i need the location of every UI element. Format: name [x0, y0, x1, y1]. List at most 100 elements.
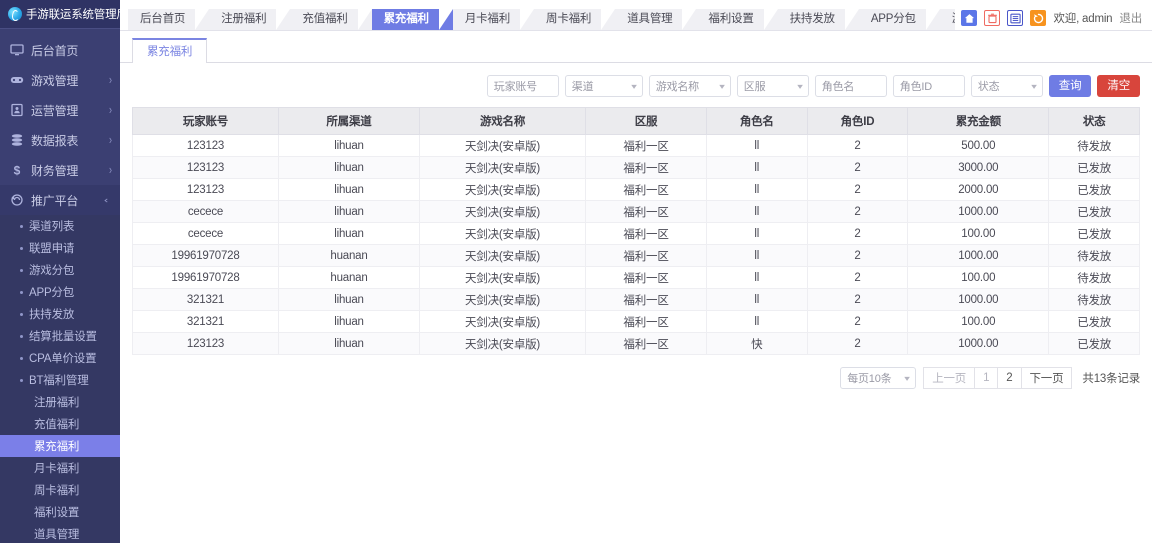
sidebar-subitem-settlement-batch[interactable]: 结算批量设置 [0, 325, 120, 347]
sidebar-subitem-cpa-price[interactable]: CPA单价设置 [0, 347, 120, 369]
trash-icon[interactable] [984, 10, 1001, 26]
page-button-2[interactable]: 2 [997, 367, 1022, 389]
tab-recharge-welfare[interactable]: 充值福利 [290, 9, 372, 30]
chevron-right-icon: › [109, 72, 112, 87]
refresh-icon[interactable] [1030, 10, 1047, 26]
top-tab-bar: 后台首页 注册福利 充值福利 累充福利 月卡福利 周卡福利 道具管理 福利设置 … [120, 0, 1152, 31]
role-id-input[interactable]: 角色ID [892, 75, 965, 97]
table-row[interactable]: cecece lihuan 天剑决(安卓版) 福利一区 ll 2 1000.00 已发放 [132, 200, 1140, 223]
sidebar-subitem-recharge-welfare[interactable]: 充值福利 [0, 413, 120, 435]
cell-role-name: ll [705, 222, 808, 245]
status-badge: 已发放 [1048, 222, 1140, 245]
status-badge: 待发放 [1048, 134, 1140, 157]
sidebar-subitem-monthly-card-welfare[interactable]: 月卡福利 [0, 457, 120, 479]
sidebar-subitem-cumulative-welfare[interactable]: 累充福利 [0, 435, 120, 457]
cell-role-id: 2 [806, 156, 909, 179]
server-select-label: 区服 [743, 81, 766, 93]
cell-role-name: ll [705, 288, 808, 311]
svg-text:$: $ [14, 164, 21, 178]
sidebar-subitem-item-management[interactable]: 道具管理 [0, 523, 120, 543]
clear-button[interactable]: 清空 [1097, 75, 1140, 97]
sidebar-item-label: 运营管理 [31, 103, 79, 118]
content-panel: 累充福利 玩家账号 渠道 ▾ 游戏名称 ▾ 区服 ▾ 角色名 角色ID 状态 ▾… [120, 31, 1152, 543]
sidebar-item-game-management[interactable]: 游戏管理 › [0, 65, 120, 95]
query-button[interactable]: 查询 [1048, 75, 1092, 97]
sidebar-item-finance-management[interactable]: $ 财务管理 › [0, 155, 120, 185]
table-row[interactable]: 321321 lihuan 天剑决(安卓版) 福利一区 ll 2 1000.00 待发放 [132, 288, 1140, 311]
tab-weekly-card-welfare[interactable]: 周卡福利 [534, 9, 616, 30]
tab-app-package[interactable]: APP分包 [858, 9, 940, 30]
tab-item-management[interactable]: 道具管理 [615, 9, 697, 30]
game-select[interactable]: 游戏名称 ▾ [648, 75, 731, 97]
cell-channel: lihuan [278, 134, 420, 157]
prev-page-button[interactable]: 上一页 [923, 367, 976, 389]
sidebar-subitem-register-welfare[interactable]: 注册福利 [0, 391, 120, 413]
cell-amount: 500.00 [907, 134, 1050, 157]
player-account-placeholder: 玩家账号 [493, 81, 537, 93]
cell-role-id: 2 [806, 310, 909, 333]
bullet-icon [20, 268, 23, 272]
sidebar-subitem-welfare-settings[interactable]: 福利设置 [0, 501, 120, 523]
tab-label: 月卡福利 [464, 13, 511, 25]
sidebar-item-promotion-platform[interactable]: 推广平台 ⌄ [0, 185, 120, 215]
player-account-input[interactable]: 玩家账号 [486, 75, 559, 97]
sidebar-item-dashboard[interactable]: 后台首页 [0, 35, 120, 65]
table-row[interactable]: cecece lihuan 天剑决(安卓版) 福利一区 ll 2 100.00 已发放 [132, 222, 1140, 245]
next-page-button[interactable]: 下一页 [1020, 367, 1073, 389]
status-select[interactable]: 状态 ▾ [970, 75, 1043, 97]
cell-role-id: 2 [806, 288, 909, 311]
page-button-1[interactable]: 1 [974, 367, 999, 389]
tab-dashboard[interactable]: 后台首页 [128, 9, 210, 30]
tab-label: 游戏分包 [952, 13, 956, 25]
sidebar-item-label: 后台首页 [31, 43, 79, 58]
page-size-select[interactable]: 每页10条 ▾ [840, 367, 917, 389]
table-row[interactable]: 123123 lihuan 天剑决(安卓版) 福利一区快 2 1000.00 已发放 [132, 332, 1140, 355]
sidebar-subitem-weekly-card-welfare[interactable]: 周卡福利 [0, 479, 120, 501]
table-row[interactable]: 19961970728 huanan 天剑决(安卓版) 福利一区 ll 2 1000.00 待… [132, 244, 1140, 267]
sidebar-subitem-game-package[interactable]: 游戏分包 [0, 259, 120, 281]
cell-role-id: 2 [806, 332, 909, 355]
cell-player-account: 123123 [132, 178, 279, 201]
table-row[interactable]: 19961970728 huanan 天剑决(安卓版) 福利一区 ll 2 100.00 待发… [132, 266, 1140, 289]
sidebar-subitem-bt-welfare[interactable]: BT福利管理 [0, 369, 120, 391]
sidebar-subitem-app-package[interactable]: APP分包 [0, 281, 120, 303]
tab-cumulative-welfare[interactable]: 累充福利 [371, 9, 454, 30]
sidebar-item-label: 游戏管理 [31, 73, 79, 88]
table-row[interactable]: 321321 lihuan 天剑决(安卓版) 福利一区 ll 2 100.00 已发放 [132, 310, 1140, 333]
sidebar-subitem-channel-list[interactable]: 渠道列表 [0, 215, 120, 237]
tab-monthly-card-welfare[interactable]: 月卡福利 [452, 9, 535, 30]
role-name-input[interactable]: 角色名 [814, 75, 887, 97]
table-row[interactable]: 123123 lihuan 天剑决(安卓版) 福利一区 ll 2 500.00 待发放 [132, 134, 1140, 157]
status-badge: 待发放 [1048, 288, 1140, 311]
table-row[interactable]: 123123 lihuan 天剑决(安卓版) 福利一区 ll 2 3000.00 已发放 [132, 156, 1140, 179]
tab-label: 道具管理 [627, 13, 673, 25]
cell-channel: lihuan [278, 332, 420, 355]
chevron-right-icon: › [109, 162, 112, 177]
cell-game-name: 天剑决(安卓版) [418, 266, 587, 289]
sidebar-subitem-alliance-apply[interactable]: 联盟申请 [0, 237, 120, 259]
table-container: 玩家账号 所属渠道 游戏名称 区服 角色名 角色ID 累充金额 状态 12312… [120, 107, 1152, 355]
role-name-placeholder: 角色名 [821, 81, 855, 93]
cell-game-name: 天剑决(安卓版) [418, 332, 587, 355]
sidebar-logo[interactable]: 手游联运系统管理后台 [0, 0, 120, 29]
channel-select[interactable]: 渠道 ▾ [564, 75, 643, 97]
panel-tab-cumulative-welfare[interactable]: 累充福利 [132, 38, 208, 63]
home-icon[interactable] [961, 10, 978, 26]
list-icon[interactable] [1007, 10, 1024, 26]
sidebar-subitem-label: BT福利管理 [29, 375, 89, 387]
cell-channel: huanan [278, 266, 420, 289]
status-badge: 待发放 [1048, 266, 1140, 289]
server-select[interactable]: 区服 ▾ [736, 75, 809, 97]
logout-link[interactable]: 退出 [1119, 10, 1142, 26]
tab-register-welfare[interactable]: 注册福利 [209, 9, 291, 30]
col-role-id: 角色ID [806, 107, 909, 135]
tab-game-package[interactable]: 游戏分包 [939, 9, 956, 30]
tab-welfare-settings[interactable]: 福利设置 [696, 9, 778, 30]
cell-role-id: 2 [806, 222, 909, 245]
cell-server: 福利一区 [585, 200, 707, 223]
sidebar-item-data-reports[interactable]: 数据报表 › [0, 125, 120, 155]
sidebar-item-operations-management[interactable]: 运营管理 › [0, 95, 120, 125]
table-row[interactable]: 123123 lihuan 天剑决(安卓版) 福利一区 ll 2 2000.00 已发放 [132, 178, 1140, 201]
sidebar-subitem-support-grant[interactable]: 扶持发放 [0, 303, 120, 325]
tab-support-grant[interactable]: 扶持发放 [777, 9, 860, 30]
